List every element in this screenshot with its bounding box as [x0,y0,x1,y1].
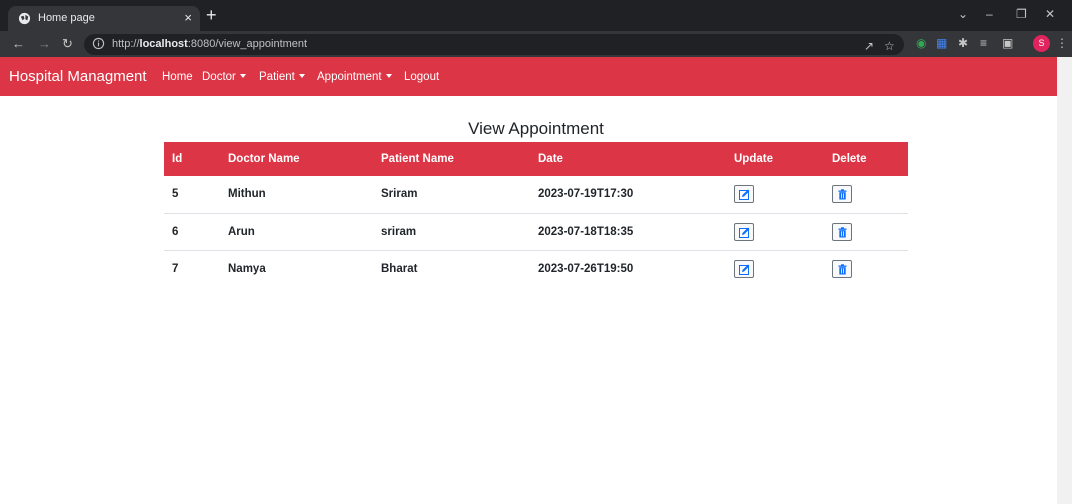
update-button[interactable] [734,185,754,204]
url-text: http://localhost:8080/view_appointment [112,38,308,50]
browser-tab[interactable]: Home page × [8,6,200,31]
tab-title: Home page [38,12,95,24]
cell-doctor-name: Namya [228,262,266,275]
address-bar[interactable]: http://localhost:8080/view_appointment ↗… [84,34,904,55]
reading-list-icon[interactable]: ≡ [980,36,987,50]
web-page: Hospital Managment Home Doctor Patient A… [0,57,1072,504]
globe-icon [18,12,31,25]
browser-toolbar: ← → ↻ http://localhost:8080/view_appoint… [0,31,1072,57]
table-row: 6 Arun sriram 2023-07-18T18:35 [164,213,908,251]
cell-update [726,213,824,251]
bookmark-star-icon[interactable]: ☆ [884,39,895,53]
nav-home[interactable]: Home [162,71,193,83]
cell-id: 5 [164,176,220,214]
new-tab-button[interactable]: + [206,5,217,25]
back-icon[interactable]: ← [12,36,25,51]
caret-down-icon [298,74,305,78]
edit-icon [739,189,750,201]
update-button[interactable] [734,259,754,278]
cell-date: 2023-07-18T18:35 [530,213,726,251]
delete-button[interactable] [832,185,852,204]
nav-doctor-dropdown[interactable]: Doctor [202,71,246,83]
cell-patient-name: sriram [373,213,530,251]
column-header-id: Id [164,142,220,176]
trash-icon [838,189,847,200]
forward-icon[interactable]: → [38,36,51,51]
menu-kebab-icon[interactable]: ⋮ [1056,36,1068,50]
edit-icon [739,264,750,275]
cell-delete [824,213,908,251]
tab-search-chevron-icon[interactable]: ⌄ [958,7,968,21]
cell-date: 2023-07-26T19:50 [538,262,634,275]
nav-logout[interactable]: Logout [404,71,439,83]
restore-icon[interactable]: ❐ [1016,7,1027,21]
column-header-patient-name: Patient Name [373,142,530,176]
caret-down-icon [385,74,392,78]
cell-id: 6 [164,213,220,251]
nav-patient-dropdown[interactable]: Patient [259,71,305,83]
trash-icon [838,264,847,275]
share-icon[interactable]: ↗ [864,39,874,53]
side-panel-icon[interactable]: ▣ [1002,36,1013,50]
cell-doctor-name: Arun [220,213,373,251]
minimize-icon[interactable]: – [986,7,993,21]
page-title: View Appointment [468,119,604,138]
close-window-icon[interactable]: ✕ [1045,7,1055,21]
extensions-puzzle-icon[interactable]: ✱ [958,36,968,50]
cell-delete [824,176,908,214]
appointments-table: Id Doctor Name Patient Name Date Update … [164,142,908,287]
table-row: 7 Namya Bharat 2023-07-26T19:50 [164,250,908,287]
table-header-row: Id Doctor Name Patient Name Date Update … [164,142,908,176]
navbar-brand[interactable]: Hospital Managment [9,68,147,85]
cell-date: 2023-07-19T17:30 [530,176,726,214]
cell-delete [824,250,908,287]
tab-close-icon[interactable]: × [184,10,192,25]
column-header-update: Update [726,142,824,176]
vertical-scrollbar[interactable] [1057,57,1072,504]
edit-icon [739,227,750,238]
browser-tab-strip: Home page × + ⌄ – ❐ ✕ [0,0,1072,31]
table-row: 5 Mithun Sriram 2023-07-19T17:30 [164,176,908,214]
cell-update [726,250,824,287]
cell-update [726,176,824,214]
column-header-date: Date [530,142,726,176]
profile-avatar[interactable]: S [1033,35,1050,52]
nav-appointment-dropdown[interactable]: Appointment [317,71,392,83]
info-icon[interactable] [92,37,105,50]
trash-icon [838,226,847,237]
column-header-delete: Delete [824,142,908,176]
column-header-doctor-name: Doctor Name [220,142,373,176]
update-button[interactable] [734,222,754,241]
delete-button[interactable] [832,222,852,241]
cell-patient-name: Sriram [373,176,530,214]
caret-down-icon [239,74,246,78]
reload-icon[interactable]: ↻ [62,36,73,52]
cell-id: 7 [172,262,179,275]
app-navbar: Hospital Managment Home Doctor Patient A… [0,57,1057,96]
extension-icon[interactable]: ◉ [916,36,926,50]
extension-app-icon[interactable]: ▦ [936,36,947,50]
delete-button[interactable] [832,259,852,278]
cell-patient-name: Bharat [381,262,418,275]
cell-doctor-name: Mithun [220,176,373,214]
